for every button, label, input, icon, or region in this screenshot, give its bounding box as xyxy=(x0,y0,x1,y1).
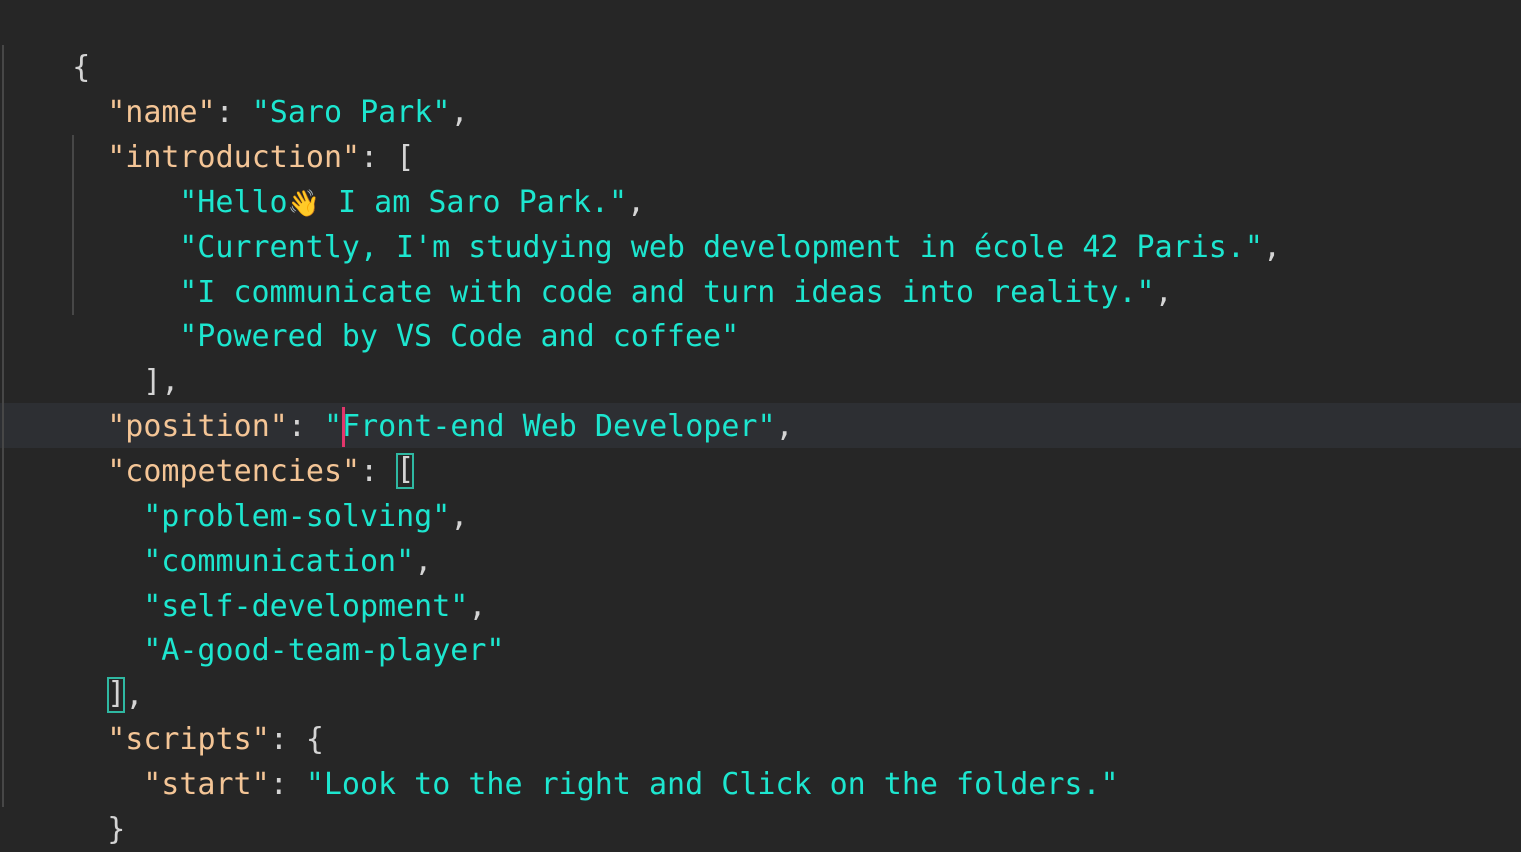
code-line[interactable]: "Hello👋 I am Saro Park.", xyxy=(107,135,645,220)
code-line[interactable]: "communication", xyxy=(71,494,432,579)
code-line[interactable]: "Powered by VS Code and coffee" xyxy=(107,269,739,354)
code-line[interactable]: "I communicate with code and turn ideas … xyxy=(107,225,1172,310)
code-line[interactable]: ], xyxy=(35,628,143,713)
intro-string-4: "Powered by VS Code and coffee" xyxy=(179,319,740,354)
code-line[interactable]: "introduction": [ xyxy=(35,90,414,175)
code-line[interactable]: "start": "Look to the right and Click on… xyxy=(71,717,1118,802)
code-line[interactable]: "name": "Saro Park", xyxy=(35,45,468,130)
scripts-close-brace: } xyxy=(107,812,126,847)
code-line[interactable]: "competencies": [ xyxy=(35,404,415,489)
code-line[interactable]: "position": "Front-end Web Developer", xyxy=(35,359,793,444)
code-line[interactable]: ], xyxy=(71,314,179,399)
code-editor[interactable]: { "name": "Saro Park", "introduction": [… xyxy=(0,0,1521,852)
code-line[interactable]: "problem-solving", xyxy=(71,449,468,534)
code-line[interactable]: "Currently, I'm studying web development… xyxy=(107,180,1281,265)
text-caret xyxy=(342,407,345,447)
code-line[interactable]: } xyxy=(35,762,125,847)
competency-item: "A-good-team-player" xyxy=(143,633,505,668)
code-line[interactable]: "A-good-team-player" xyxy=(71,583,504,668)
code-line[interactable]: } xyxy=(0,806,90,851)
code-line[interactable]: "self-development", xyxy=(71,539,486,624)
json-key-start: "start" xyxy=(143,767,270,802)
code-line[interactable]: "scripts": { xyxy=(35,672,324,757)
json-value-start: "Look to the right and Click on the fold… xyxy=(305,767,1119,802)
indent-guide xyxy=(2,45,4,807)
code-line[interactable]: { xyxy=(0,0,90,85)
